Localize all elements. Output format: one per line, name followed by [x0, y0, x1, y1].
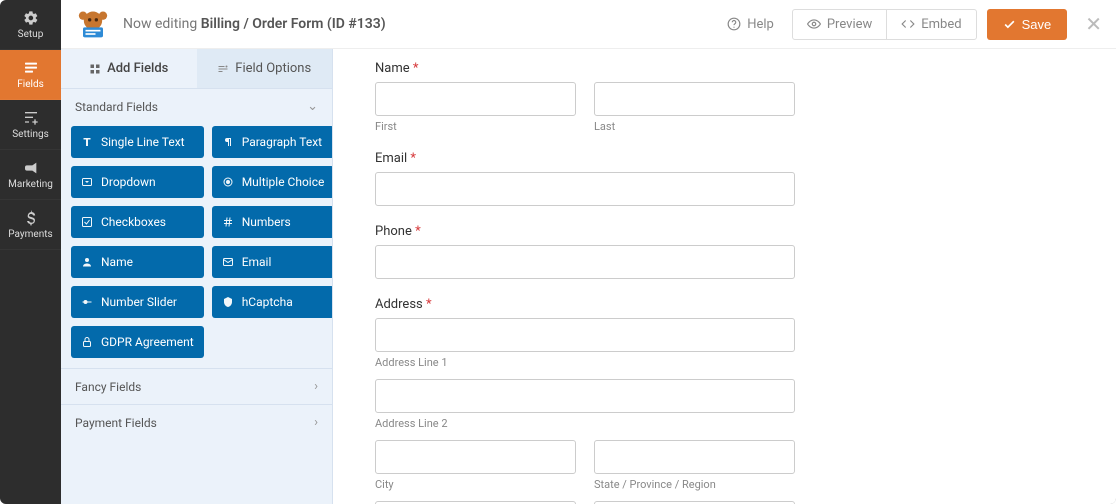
field-type-label: Multiple Choice: [242, 175, 325, 189]
sublabel: First: [375, 120, 576, 133]
user-icon: [81, 256, 93, 268]
field-type-paragraph-text[interactable]: Paragraph Text: [212, 126, 333, 158]
field-type-dropdown[interactable]: Dropdown: [71, 166, 204, 198]
field-type-label: Dropdown: [101, 175, 156, 189]
tab-add-fields[interactable]: Add Fields: [61, 49, 197, 88]
page-title: Now editing Billing / Order Form (ID #13…: [123, 16, 386, 32]
field-type-label: GDPR Agreement: [101, 335, 194, 349]
sidenav-item-marketing[interactable]: Marketing: [0, 150, 61, 200]
name-first-input[interactable]: [375, 82, 576, 116]
lock-icon: [81, 336, 93, 348]
preview-embed-group: Preview Embed: [792, 9, 977, 40]
field-type-name[interactable]: Name: [71, 246, 204, 278]
sidenav-item-fields[interactable]: Fields: [0, 50, 61, 100]
form-canvas[interactable]: Name * First Last: [333, 49, 1116, 504]
standard-fields-grid: Single Line Text Paragraph Text Dropdown Mu…: [61, 124, 332, 368]
field-type-checkboxes[interactable]: Checkboxes: [71, 206, 204, 238]
form-canvas-wrap: Name * First Last: [333, 49, 1116, 504]
gear-icon: [23, 10, 39, 26]
field-type-label: Paragraph Text: [242, 135, 322, 149]
form-field-phone[interactable]: Phone *: [375, 224, 795, 279]
chevron-right-icon: ›: [314, 379, 318, 394]
sidenav-item-payments[interactable]: Payments: [0, 200, 61, 250]
eye-icon: [807, 17, 821, 31]
field-type-label: Checkboxes: [101, 215, 166, 229]
radio-icon: [222, 176, 234, 188]
sublabel: Last: [594, 120, 795, 133]
field-type-label: Numbers: [242, 215, 291, 229]
section-payment-fields[interactable]: Payment Fields ›: [61, 404, 332, 440]
city-input[interactable]: [375, 440, 576, 474]
chevron-right-icon: ›: [314, 415, 318, 430]
section-fancy-fields[interactable]: Fancy Fields ›: [61, 368, 332, 404]
field-label: Email *: [375, 151, 795, 166]
sublabel: State / Province / Region: [594, 478, 795, 491]
section-standard-fields[interactable]: Standard Fields ⌄: [61, 89, 332, 124]
close-icon: ✕: [1085, 12, 1102, 36]
sidenav-label: Setup: [18, 29, 44, 40]
sublabel: Address Line 1: [375, 356, 795, 369]
mail-icon: [222, 256, 234, 268]
fields-panel: Add Fields Field Options Standard Fields…: [61, 49, 333, 504]
grid-icon: [89, 63, 101, 75]
field-type-multiple-choice[interactable]: Multiple Choice: [212, 166, 333, 198]
main-sidenav: Setup Fields Settings Marketing Payments: [0, 0, 61, 504]
dropdown-icon: [81, 176, 93, 188]
shield-icon: [222, 296, 234, 308]
paragraph-icon: [222, 136, 234, 148]
field-type-single-line-text[interactable]: Single Line Text: [71, 126, 204, 158]
form-field-address[interactable]: Address * Address Line 1 Address Line 2 …: [375, 297, 795, 504]
phone-input[interactable]: [375, 245, 795, 279]
field-type-numbers[interactable]: Numbers: [212, 206, 333, 238]
name-last-input[interactable]: [594, 82, 795, 116]
field-type-email[interactable]: Email: [212, 246, 333, 278]
field-type-hcaptcha[interactable]: hCaptcha: [212, 286, 333, 318]
field-type-gdpr-agreement[interactable]: GDPR Agreement: [71, 326, 204, 358]
checkbox-icon: [81, 216, 93, 228]
editor-header: Now editing Billing / Order Form (ID #13…: [61, 0, 1116, 49]
sublabel: City: [375, 478, 576, 491]
slider-icon: [81, 296, 93, 308]
options-icon: [217, 63, 229, 75]
field-label: Address *: [375, 297, 795, 312]
form-field-email[interactable]: Email *: [375, 151, 795, 206]
help-icon: [727, 17, 741, 31]
sidenav-item-settings[interactable]: Settings: [0, 100, 61, 150]
sidenav-label: Settings: [12, 129, 49, 140]
sidenav-label: Fields: [17, 79, 44, 90]
sidenav-label: Marketing: [8, 179, 53, 190]
field-type-label: hCaptcha: [242, 295, 293, 309]
app-logo: [75, 8, 111, 40]
email-input[interactable]: [375, 172, 795, 206]
field-type-label: Number Slider: [101, 295, 177, 309]
field-label: Name *: [375, 61, 795, 76]
field-type-label: Single Line Text: [101, 135, 185, 149]
embed-button[interactable]: Embed: [887, 10, 975, 39]
address-line2-input[interactable]: [375, 379, 795, 413]
close-editor-button[interactable]: ✕: [1085, 12, 1102, 36]
field-type-label: Name: [101, 255, 133, 269]
sidenav-item-setup[interactable]: Setup: [0, 0, 61, 50]
sublabel: Address Line 2: [375, 417, 795, 430]
form-icon: [23, 60, 39, 76]
hash-icon: [222, 216, 234, 228]
text-icon: [81, 136, 93, 148]
code-icon: [901, 17, 915, 31]
address-line1-input[interactable]: [375, 318, 795, 352]
chevron-down-icon: ⌄: [307, 99, 318, 114]
field-type-label: Email: [242, 255, 272, 269]
field-label: Phone *: [375, 224, 795, 239]
help-link[interactable]: Help: [715, 11, 786, 38]
save-button[interactable]: Save: [987, 9, 1068, 40]
preview-button[interactable]: Preview: [793, 10, 887, 39]
sidenav-label: Payments: [8, 229, 52, 240]
state-input[interactable]: [594, 440, 795, 474]
tab-field-options[interactable]: Field Options: [197, 49, 333, 88]
form-field-name[interactable]: Name * First Last: [375, 61, 795, 133]
field-type-number-slider[interactable]: Number Slider: [71, 286, 204, 318]
check-icon: [1003, 18, 1016, 31]
sliders-icon: [23, 110, 39, 126]
megaphone-icon: [23, 160, 39, 176]
dollar-icon: [23, 210, 39, 226]
